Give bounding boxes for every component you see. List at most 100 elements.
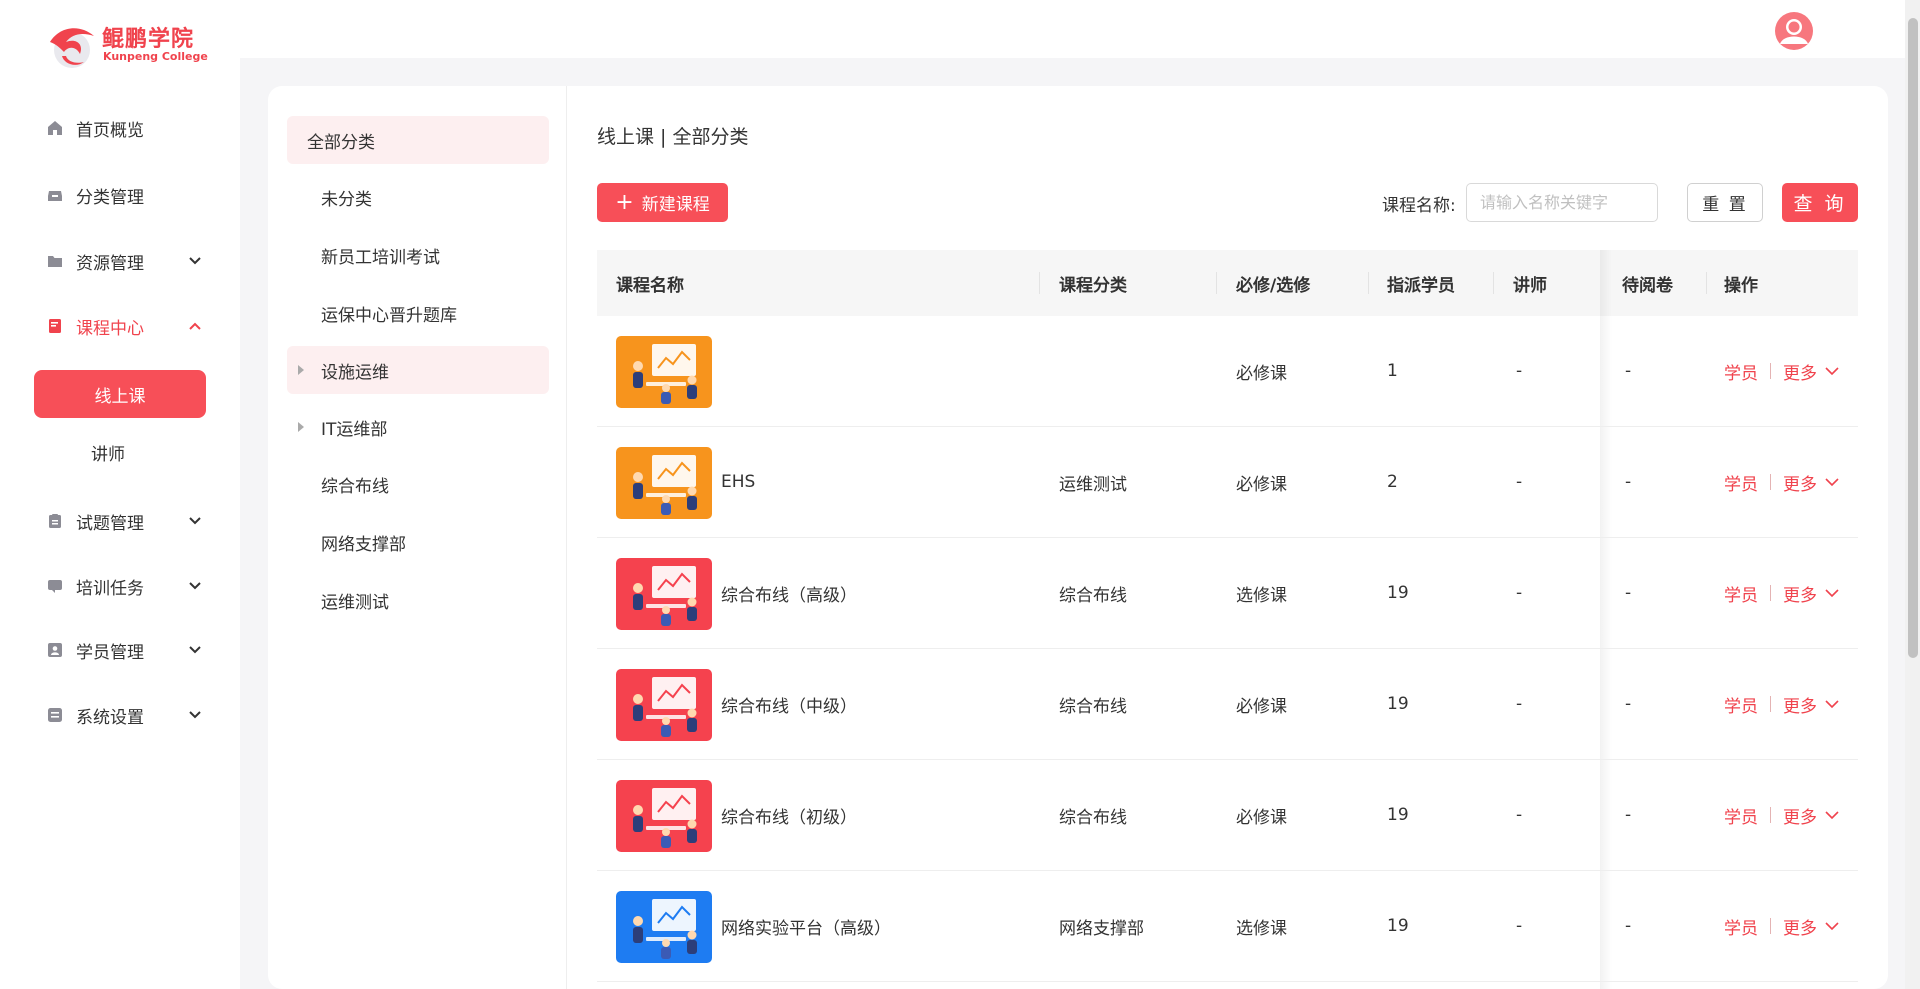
category-promotion-bank[interactable]: 运保中心晋升题库 <box>287 289 549 337</box>
more-link[interactable]: 更多 <box>1783 692 1817 717</box>
divider <box>1770 585 1771 601</box>
course-thumbnail[interactable] <box>616 558 712 630</box>
nav-label: 首页概览 <box>76 120 144 141</box>
col-separator <box>1706 272 1707 294</box>
chevron-down-icon <box>188 579 202 593</box>
course-category: 综合布线 <box>1059 807 1127 828</box>
category-cabling[interactable]: 综合布线 <box>287 460 549 508</box>
category-new-employee[interactable]: 新员工培训考试 <box>287 231 549 279</box>
students-link[interactable]: 学员 <box>1724 581 1758 606</box>
chevron-down-icon <box>188 708 202 722</box>
assigned-count: 19 <box>1387 694 1409 714</box>
user-card-icon <box>46 641 64 659</box>
course-thumbnail[interactable] <box>616 669 712 741</box>
chevron-down-icon <box>188 254 202 268</box>
col-actions: 操作 <box>1724 275 1758 296</box>
more-link[interactable]: 更多 <box>1783 581 1817 606</box>
chevron-down-icon[interactable] <box>1825 699 1839 709</box>
category-network-support[interactable]: 网络支撑部 <box>287 518 549 566</box>
nav-item-questions[interactable]: 试题管理 <box>46 501 206 541</box>
nav-item-category[interactable]: 分类管理 <box>46 175 206 215</box>
user-avatar-icon[interactable] <box>1775 12 1813 50</box>
col-pending: 待阅卷 <box>1622 275 1673 296</box>
chat-icon <box>46 577 64 595</box>
table-row: 综合布线（高级） 综合布线 选修课 19 - - 学员 更多 <box>597 538 1858 649</box>
chevron-down-icon[interactable] <box>1825 921 1839 931</box>
folder-icon <box>46 252 64 270</box>
course-thumbnail[interactable] <box>616 447 712 519</box>
category-it-ops[interactable]: IT运维部 <box>287 403 549 451</box>
nav-item-home[interactable]: 首页概览 <box>46 108 206 148</box>
divider <box>566 86 567 989</box>
students-link[interactable]: 学员 <box>1724 470 1758 495</box>
more-link[interactable]: 更多 <box>1783 359 1817 384</box>
chevron-down-icon[interactable] <box>1825 588 1839 598</box>
new-course-button[interactable]: + 新建课程 <box>597 183 728 222</box>
pending-review: - <box>1625 361 1632 381</box>
course-name[interactable]: 网络实验平台（高级） <box>721 871 891 981</box>
course-type: 必修课 <box>1236 363 1287 384</box>
course-name[interactable]: EHS <box>721 427 755 537</box>
more-link[interactable]: 更多 <box>1783 914 1817 939</box>
nav-item-settings[interactable]: 系统设置 <box>46 695 206 735</box>
caret-right-icon[interactable] <box>298 422 304 432</box>
nav-item-course-center[interactable]: 课程中心 <box>46 306 206 346</box>
course-thumbnail[interactable] <box>616 336 712 408</box>
table-row: 网络实验平台（高级） 网络支撑部 选修课 19 - - 学员 更多 <box>597 871 1858 982</box>
col-required: 必修/选修 <box>1236 275 1311 296</box>
category-all[interactable]: 全部分类 <box>287 116 549 164</box>
lecturer: - <box>1516 361 1523 381</box>
scrollbar-thumb[interactable] <box>1908 18 1918 658</box>
course-category: 综合布线 <box>1059 585 1127 606</box>
caret-right-icon[interactable] <box>298 365 304 375</box>
table-row: 综合布线（中级） 综合布线 必修课 19 - - 学员 更多 <box>597 649 1858 760</box>
category-ops-test[interactable]: 运维测试 <box>287 576 549 624</box>
students-link[interactable]: 学员 <box>1724 914 1758 939</box>
chevron-down-icon[interactable] <box>1825 477 1839 487</box>
more-link[interactable]: 更多 <box>1783 470 1817 495</box>
query-button[interactable]: 查 询 <box>1782 183 1858 222</box>
course-thumbnail[interactable] <box>616 891 712 963</box>
chevron-down-icon[interactable] <box>1825 810 1839 820</box>
clipboard-icon <box>46 512 64 530</box>
row-actions: 学员 更多 <box>1724 316 1839 426</box>
nav-item-students[interactable]: 学员管理 <box>46 630 206 670</box>
subnav-online-course[interactable]: 线上课 <box>34 370 206 418</box>
nav-label: 系统设置 <box>76 707 144 728</box>
subnav-lecturer[interactable]: 讲师 <box>34 428 206 476</box>
course-name[interactable]: 综合布线（高级） <box>721 538 857 648</box>
category-uncategorized[interactable]: 未分类 <box>287 173 549 221</box>
col-separator <box>1039 272 1040 294</box>
pending-review: - <box>1625 916 1632 936</box>
category-label: IT运维部 <box>321 419 388 440</box>
nav-item-resources[interactable]: 资源管理 <box>46 241 206 281</box>
course-name[interactable]: 综合布线（中级） <box>721 649 857 759</box>
course-thumbnail[interactable] <box>616 780 712 852</box>
lecturer: - <box>1516 583 1523 603</box>
chevron-down-icon[interactable] <box>1825 366 1839 376</box>
students-link[interactable]: 学员 <box>1724 692 1758 717</box>
course-name[interactable]: 综合布线（初级） <box>721 760 857 870</box>
pending-review: - <box>1625 694 1632 714</box>
students-link[interactable]: 学员 <box>1724 803 1758 828</box>
breadcrumb: 线上课 | 全部分类 <box>597 126 749 148</box>
nav-label: 分类管理 <box>76 187 144 208</box>
students-link[interactable]: 学员 <box>1724 359 1758 384</box>
reset-button[interactable]: 重 置 <box>1687 183 1763 222</box>
plus-icon: + <box>615 189 634 215</box>
home-icon <box>46 119 64 137</box>
divider <box>1770 363 1771 379</box>
course-type: 选修课 <box>1236 585 1287 606</box>
nav-item-training-tasks[interactable]: 培训任务 <box>46 566 206 606</box>
course-name-search-input[interactable] <box>1466 183 1658 222</box>
inbox-icon <box>46 186 64 204</box>
col-category: 课程分类 <box>1059 275 1127 296</box>
course-type: 必修课 <box>1236 696 1287 717</box>
assigned-count: 19 <box>1387 583 1409 603</box>
more-link[interactable]: 更多 <box>1783 803 1817 828</box>
category-facility-ops[interactable]: 设施运维 <box>287 346 549 394</box>
chevron-down-icon <box>188 514 202 528</box>
col-course-name: 课程名称 <box>616 275 684 296</box>
course-type: 必修课 <box>1236 474 1287 495</box>
pending-review: - <box>1625 805 1632 825</box>
